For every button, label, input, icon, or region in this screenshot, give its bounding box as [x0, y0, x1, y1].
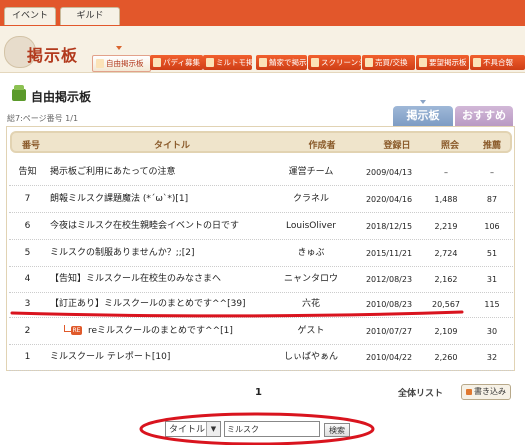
post-title[interactable]: 朗報ミルスク課題魔法 (*´ω`*)[1] — [50, 187, 280, 212]
post-author[interactable]: LouisOliver — [267, 214, 355, 239]
page-number[interactable]: 1 — [255, 387, 262, 398]
post-author[interactable]: クラネル — [267, 187, 355, 212]
table-row[interactable]: 6 今夜はミルスク在校生親睦会イベントの日です LouisOliver 2018… — [9, 214, 513, 240]
table-header: 番号 タイトル 作成者 登録日 照会 推薦 — [10, 131, 512, 153]
post-number: 告知 — [18, 167, 37, 177]
post-author[interactable]: 六花 — [267, 292, 355, 317]
post-author[interactable]: ニャンタロウ — [267, 267, 355, 292]
col-title: タイトル — [153, 141, 190, 151]
nav-screenshot[interactable]: スクリーンショット — [308, 55, 361, 70]
page-info: 総7:ページ番号 1/1 — [7, 114, 79, 123]
post-views: 20,567 — [432, 300, 460, 309]
post-recommend: 51 — [486, 249, 498, 258]
post-date: 2015/11/21 — [365, 249, 413, 258]
write-button-label: 書き込み — [474, 387, 506, 396]
search-type-value: タイトル — [169, 425, 206, 435]
post-views: 1,488 — [434, 195, 458, 204]
table-row[interactable]: 5 ミルスクの制服ありませんか？;;[2] きゅぶ 2015/11/21 2,7… — [9, 241, 513, 267]
post-author[interactable]: ゲスト — [267, 319, 355, 344]
table-row[interactable]: 3 【訂正あり】ミルスクールのまとめです^^[39] 六花 2010/08/23… — [9, 292, 513, 318]
post-number: 1 — [24, 352, 31, 362]
nav-miltomo[interactable]: ミルトモ掲示板 — [203, 55, 252, 70]
post-date: 2009/04/13 — [365, 168, 413, 177]
post-author[interactable]: しぃばやぁん — [267, 345, 355, 370]
post-views: 2,162 — [434, 275, 458, 284]
post-number: 3 — [24, 299, 31, 309]
post-date: 2012/08/23 — [365, 275, 413, 284]
nav-bug-report[interactable]: 不具合報 — [470, 55, 525, 70]
post-title[interactable]: 【訂正あり】ミルスクールのまとめです^^[39] — [50, 292, 280, 317]
top-bar: イベント ギルド — [0, 0, 525, 26]
post-number: 7 — [24, 194, 31, 204]
table-row[interactable]: 1 ミルスクール テレポート[10] しぃばやぁん 2010/04/22 2,2… — [9, 345, 513, 371]
search-type-select[interactable]: タイトル ▼ — [165, 421, 221, 437]
search-input[interactable]: ミルスク — [224, 421, 320, 437]
all-list-link[interactable]: 全体リスト — [398, 386, 443, 399]
post-recommend: 106 — [484, 222, 500, 231]
table-row[interactable]: 7 朗報ミルスク課題魔法 (*´ω`*)[1] クラネル 2020/04/16 … — [9, 187, 513, 213]
tab-recommended[interactable]: おすすめ — [455, 106, 513, 126]
post-date: 2018/12/15 — [365, 222, 413, 231]
tab-event[interactable]: イベント — [4, 7, 56, 25]
post-date: 2010/07/27 — [365, 327, 413, 336]
post-views: 2,260 — [434, 353, 458, 362]
col-views: 照会 — [440, 141, 459, 151]
post-author[interactable]: きゅぶ — [267, 241, 355, 266]
nav-trade[interactable]: 売買/交換 — [362, 55, 415, 70]
col-author: 作成者 — [308, 141, 336, 151]
post-author[interactable]: 運営チーム — [267, 160, 355, 185]
search-button[interactable]: 検索 — [324, 423, 350, 437]
post-title[interactable]: 今夜はミルスク在校生親睦会イベントの日です — [50, 214, 280, 239]
post-recommend: 32 — [486, 353, 498, 362]
selected-indicator-icon — [116, 46, 122, 50]
post-views: 2,724 — [434, 249, 458, 258]
tab-guild[interactable]: ギルド — [60, 7, 120, 25]
post-title[interactable]: ミルスクの制服ありませんか？;;[2] — [50, 241, 280, 266]
nav-guild-board[interactable]: 鯖家で掲示板 — [256, 55, 307, 70]
table-row[interactable]: 2 RE reミルスクールのまとめです^^[1] ゲスト 2010/07/27 … — [9, 319, 513, 345]
nav-free-board[interactable]: 自由掲示板 — [92, 55, 151, 72]
post-recommend: – — [490, 168, 494, 177]
post-date: 2010/08/23 — [365, 300, 413, 309]
post-views: – — [444, 168, 448, 177]
post-number: 6 — [24, 221, 31, 231]
col-recommend: 推薦 — [482, 141, 501, 151]
post-views: 2,109 — [434, 327, 458, 336]
post-date: 2010/04/22 — [365, 353, 413, 362]
table-row[interactable]: 4 【告知】ミルスクール在校生のみなさまへ ニャンタロウ 2012/08/23 … — [9, 267, 513, 293]
post-title[interactable]: 掲示板ご利用にあたっての注意 — [50, 160, 280, 185]
plant-icon — [12, 85, 26, 101]
post-number: 2 — [24, 326, 31, 336]
post-date: 2020/04/16 — [365, 195, 413, 204]
post-title[interactable]: reミルスクールのまとめです^^[1] — [88, 319, 278, 344]
board-title: 自由掲示板 — [31, 90, 92, 104]
tab-board[interactable]: 掲示板 — [393, 100, 453, 126]
post-number: 4 — [24, 274, 31, 284]
table-row[interactable]: 告知 掲示板ご利用にあたっての注意 運営チーム 2009/04/13 – – — [9, 160, 513, 186]
post-recommend: 87 — [486, 195, 498, 204]
nav-request[interactable]: 要望掲示板 — [416, 55, 469, 70]
col-number: 番号 — [21, 141, 40, 151]
post-views: 2,219 — [434, 222, 458, 231]
post-recommend: 31 — [486, 275, 498, 284]
post-title[interactable]: 【告知】ミルスクール在校生のみなさまへ — [50, 267, 280, 292]
post-number: 5 — [24, 248, 31, 258]
post-title[interactable]: ミルスクール テレポート[10] — [50, 345, 280, 370]
board-logo: 掲示板 — [27, 46, 79, 65]
post-recommend: 30 — [486, 327, 498, 336]
reply-arrow-icon — [64, 325, 71, 332]
nav-party[interactable]: パディ募集 — [150, 55, 203, 70]
pen-icon — [466, 388, 472, 395]
reply-badge-icon: RE — [71, 326, 82, 335]
dropdown-arrow-icon: ▼ — [206, 422, 220, 436]
write-button[interactable]: 書き込み — [461, 384, 511, 400]
col-date: 登録日 — [383, 141, 411, 151]
post-recommend: 115 — [484, 300, 500, 309]
